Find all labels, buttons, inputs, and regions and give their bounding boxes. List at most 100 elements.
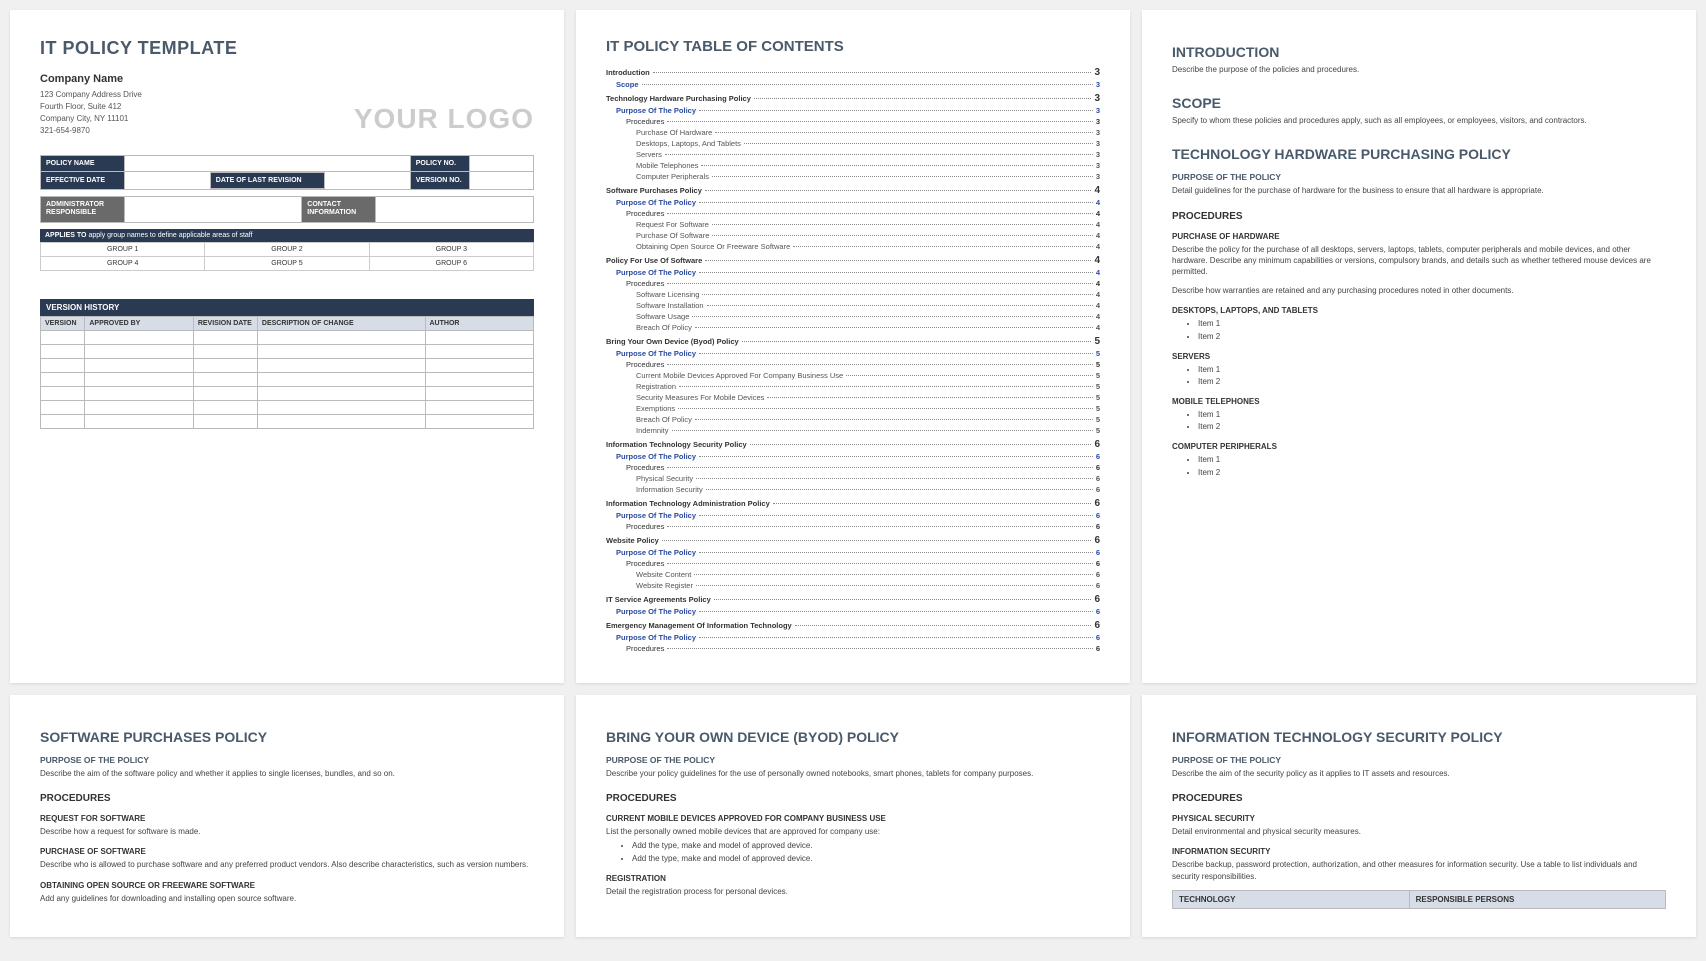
toc-dots [692, 316, 1092, 317]
toc-page: 6 [1094, 535, 1100, 546]
toc-dots [712, 176, 1093, 177]
vh-col: VERSION [41, 316, 85, 330]
phone: 321-654-9870 [40, 125, 142, 137]
bullet-list: Item 1 Item 2 [1172, 364, 1666, 387]
toc-dots [662, 540, 1092, 541]
group-cell: GROUP 1 [41, 242, 205, 256]
toc-entry: Computer Peripherals3 [606, 172, 1100, 181]
toc-label: Obtaining Open Source Or Freeware Softwa… [636, 242, 790, 251]
toc-page: 6 [1096, 452, 1100, 461]
toc: Introduction3Scope3Technology Hardware P… [606, 67, 1100, 653]
toc-page: 6 [1096, 511, 1100, 520]
vh-col: APPROVED BY [85, 316, 193, 330]
page-grid: IT POLICY TEMPLATE Company Name 123 Comp… [10, 10, 1696, 937]
toc-dots [667, 121, 1092, 122]
applies-text: apply group names to define applicable a… [88, 232, 252, 239]
list-item: Item 1 [1198, 454, 1666, 465]
toc-page: 6 [1096, 633, 1100, 642]
address-line: Fourth Floor, Suite 412 [40, 101, 142, 113]
vh-col: AUTHOR [425, 316, 534, 330]
body-text: Describe the aim of the software policy … [40, 768, 534, 779]
sub-heading: COMPUTER PERIPHERALS [1172, 442, 1666, 451]
list-item: Add the type, make and model of approved… [632, 840, 1100, 851]
version-history-table: VERSION APPROVED BY REVISION DATE DESCRI… [40, 316, 534, 429]
body-text: Specify to whom these policies and proce… [1172, 115, 1666, 126]
toc-dots [699, 272, 1093, 273]
toc-entry: Procedures6 [606, 559, 1100, 568]
toc-dots [679, 386, 1093, 387]
toc-dots [696, 478, 1093, 479]
subsection-heading: PURPOSE OF THE POLICY [40, 755, 534, 765]
toc-page: 4 [1096, 220, 1100, 229]
list-item: Item 2 [1198, 467, 1666, 478]
sub-heading: CURRENT MOBILE DEVICES APPROVED FOR COMP… [606, 814, 1100, 823]
toc-label: Purpose Of The Policy [616, 349, 696, 358]
toc-dots [707, 305, 1093, 306]
subsection-heading: PROCEDURES [606, 793, 1100, 804]
toc-entry: Information Technology Security Policy6 [606, 439, 1100, 450]
vh-col: DESCRIPTION OF CHANGE [257, 316, 425, 330]
toc-entry: Purpose Of The Policy4 [606, 268, 1100, 277]
toc-label: Request For Software [636, 220, 709, 229]
toc-page: 6 [1094, 594, 1100, 605]
admin-contact-table: ADMINISTRATOR RESPONSIBLE CONTACT INFORM… [40, 196, 534, 223]
toc-page: 4 [1094, 185, 1100, 196]
toc-dots [767, 397, 1092, 398]
toc-entry: Purpose Of The Policy4 [606, 198, 1100, 207]
toc-page: 4 [1094, 255, 1100, 266]
toc-page: 3 [1096, 150, 1100, 159]
logo-placeholder: YOUR LOGO [354, 103, 534, 135]
toc-dots [665, 154, 1093, 155]
body-text: Detail environmental and physical securi… [1172, 826, 1666, 837]
toc-label: Software Licensing [636, 290, 699, 299]
groups-table: GROUP 1 GROUP 2 GROUP 3 GROUP 4 GROUP 5 … [40, 242, 534, 271]
toc-dots [695, 327, 1093, 328]
toc-page: 4 [1096, 209, 1100, 218]
sub-heading: REQUEST FOR SOFTWARE [40, 814, 534, 823]
toc-page: 3 [1094, 93, 1100, 104]
toc-page: 3 [1094, 67, 1100, 78]
toc-label: Purpose Of The Policy [616, 106, 696, 115]
toc-dots [699, 456, 1093, 457]
toc-label: IT Service Agreements Policy [606, 595, 711, 604]
toc-label: Purpose Of The Policy [616, 452, 696, 461]
toc-page: 4 [1096, 231, 1100, 240]
subsection-heading: PURPOSE OF THE POLICY [1172, 755, 1666, 765]
toc-dots [667, 283, 1092, 284]
toc-page: 4 [1096, 268, 1100, 277]
sub-heading: SERVERS [1172, 352, 1666, 361]
toc-entry: Website Register6 [606, 581, 1100, 590]
toc-dots [667, 467, 1092, 468]
table-header: RESPONSIBLE PERSONS [1409, 890, 1665, 908]
toc-dots [642, 84, 1093, 85]
version-history-title: VERSION HISTORY [40, 299, 534, 316]
toc-label: Procedures [626, 644, 664, 653]
toc-entry: Purpose Of The Policy6 [606, 607, 1100, 616]
toc-label: Website Content [636, 570, 691, 579]
toc-entry: Desktops, Laptops, And Tablets3 [606, 139, 1100, 148]
toc-page: 6 [1096, 548, 1100, 557]
toc-page: 3 [1096, 172, 1100, 181]
toc-dots [699, 202, 1093, 203]
toc-entry: Scope3 [606, 80, 1100, 89]
page-3: INTRODUCTION Describe the purpose of the… [1142, 10, 1696, 683]
toc-page: 4 [1096, 312, 1100, 321]
body-text: Describe the purpose of the policies and… [1172, 64, 1666, 75]
address-line: 123 Company Address Drive [40, 89, 142, 101]
sub-heading: PURCHASE OF SOFTWARE [40, 847, 534, 856]
toc-dots [701, 165, 1092, 166]
toc-entry: Software Installation4 [606, 301, 1100, 310]
toc-entry: Purpose Of The Policy6 [606, 548, 1100, 557]
section-heading: BRING YOUR OWN DEVICE (BYOD) POLICY [606, 729, 1100, 745]
group-cell: GROUP 2 [205, 242, 369, 256]
toc-dots [699, 110, 1093, 111]
toc-dots [667, 364, 1092, 365]
toc-label: Procedures [626, 279, 664, 288]
toc-entry: Information Security6 [606, 485, 1100, 494]
toc-entry: Procedures5 [606, 360, 1100, 369]
toc-page: 6 [1096, 644, 1100, 653]
toc-label: Software Usage [636, 312, 689, 321]
toc-page: 3 [1096, 117, 1100, 126]
toc-label: Security Measures For Mobile Devices [636, 393, 764, 402]
toc-dots [678, 408, 1093, 409]
